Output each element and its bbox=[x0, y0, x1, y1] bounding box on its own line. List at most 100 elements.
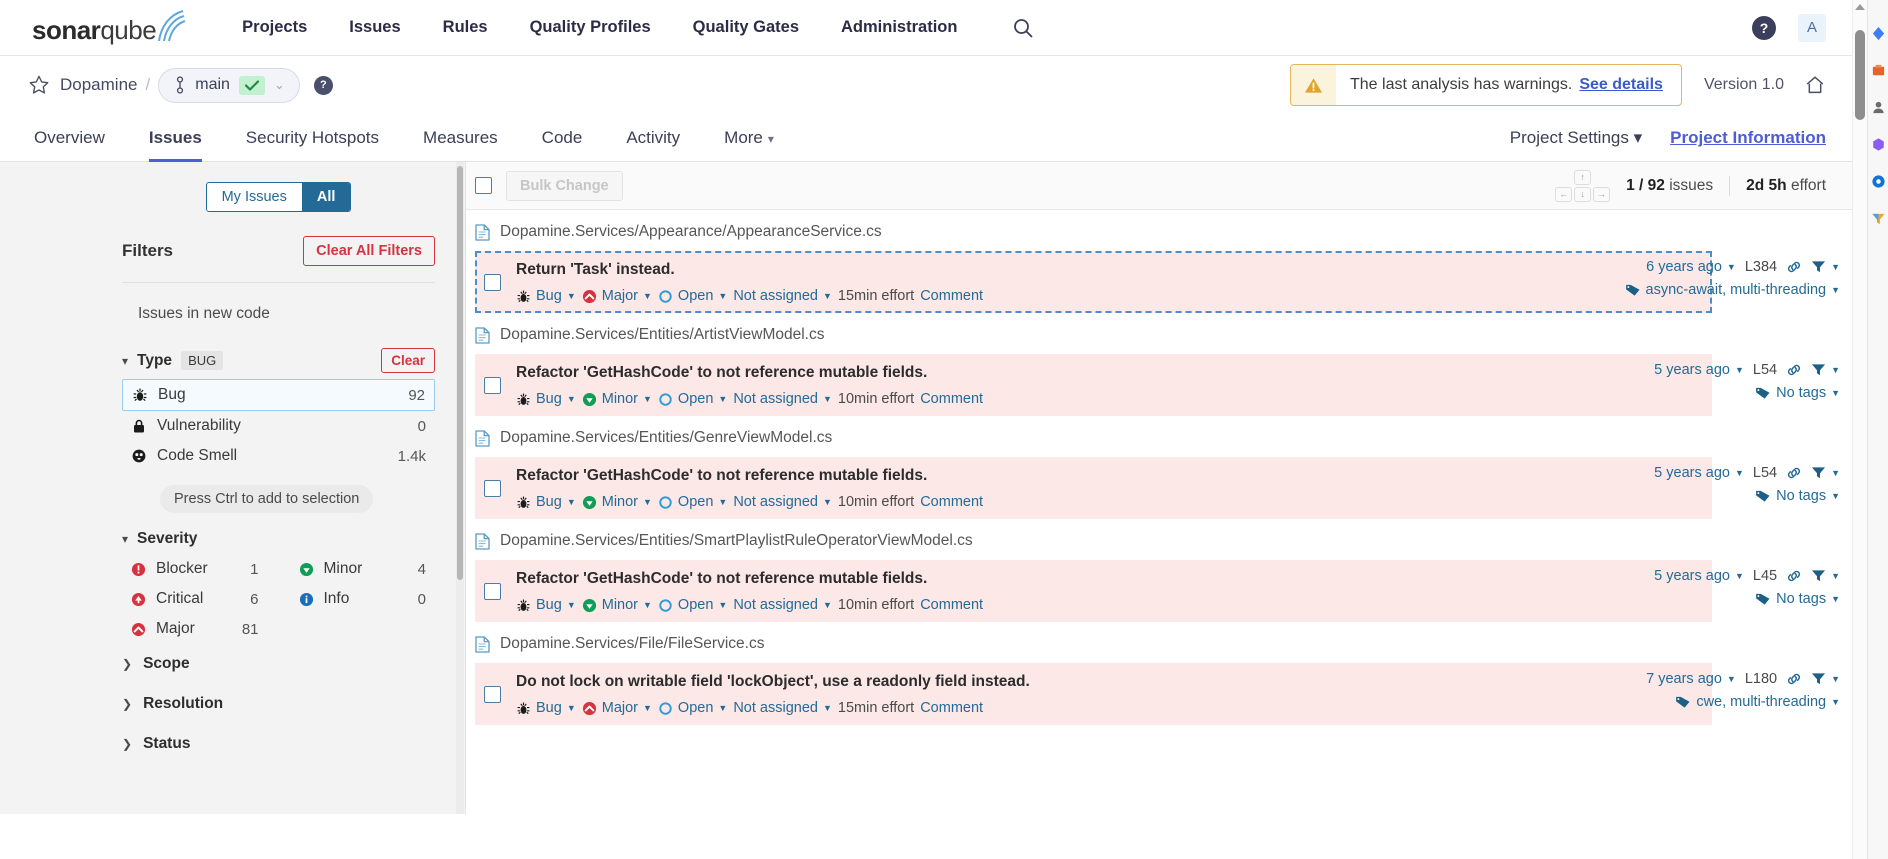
filter-icon[interactable] bbox=[1811, 569, 1826, 583]
issue-age[interactable]: 5 years ago ▼ bbox=[1654, 568, 1744, 584]
issue-title[interactable]: Return 'Task' instead. bbox=[516, 261, 1712, 279]
filter-icon[interactable] bbox=[1811, 363, 1826, 377]
tab-code[interactable]: Code bbox=[520, 128, 605, 161]
home-icon[interactable] bbox=[1804, 74, 1826, 96]
issue-assignee-selector[interactable]: Not assigned ▼ bbox=[733, 597, 832, 613]
issue-file-path[interactable]: Dopamine.Services/Entities/SmartPlaylist… bbox=[466, 519, 1852, 560]
issue-status-selector[interactable]: Open ▼ bbox=[658, 288, 727, 304]
issues-in-new-code-filter[interactable]: Issues in new code bbox=[122, 283, 435, 343]
breadcrumb-project[interactable]: Dopamine bbox=[60, 75, 138, 95]
permalink-icon[interactable] bbox=[1786, 363, 1802, 377]
facet-item-info[interactable]: Info 0 bbox=[290, 584, 436, 614]
sonarqube-logo[interactable]: sonarqube bbox=[32, 9, 187, 43]
issue-tags-selector[interactable]: async-await, multi-threading ▼ bbox=[1625, 282, 1840, 298]
extension-icon-6[interactable] bbox=[1871, 211, 1886, 226]
issue-checkbox[interactable] bbox=[484, 377, 501, 394]
facet-resolution[interactable]: ❯ Resolution bbox=[122, 684, 435, 724]
clear-all-filters-button[interactable]: Clear All Filters bbox=[303, 236, 435, 266]
chevron-down-icon[interactable]: ⌄ bbox=[274, 77, 285, 93]
facet-scope[interactable]: ❯ Scope bbox=[122, 644, 435, 684]
tab-overview[interactable]: Overview bbox=[28, 128, 127, 161]
issue-title[interactable]: Do not lock on writable field 'lockObjec… bbox=[516, 673, 1712, 691]
facet-item-vulnerability[interactable]: Vulnerability 0 bbox=[122, 411, 435, 441]
scroll-up-arrow-icon[interactable] bbox=[1855, 4, 1865, 10]
select-all-checkbox[interactable] bbox=[475, 177, 492, 194]
issue-card[interactable]: Refactor 'GetHashCode' to not reference … bbox=[475, 354, 1840, 416]
issue-age[interactable]: 7 years ago ▼ bbox=[1646, 671, 1736, 687]
chevron-down-icon[interactable]: ▾ bbox=[122, 354, 128, 368]
nav-issues[interactable]: Issues bbox=[328, 18, 421, 37]
issue-checkbox[interactable] bbox=[484, 480, 501, 497]
issue-assignee-selector[interactable]: Not assigned ▼ bbox=[733, 700, 832, 716]
issue-assignee-selector[interactable]: Not assigned ▼ bbox=[733, 288, 832, 304]
nav-administration[interactable]: Administration bbox=[820, 18, 978, 37]
permalink-icon[interactable] bbox=[1786, 672, 1802, 686]
facet-item-major[interactable]: Major 81 bbox=[122, 614, 268, 644]
issue-file-path[interactable]: Dopamine.Services/Entities/GenreViewMode… bbox=[466, 416, 1852, 457]
issue-assignee-selector[interactable]: Not assigned ▼ bbox=[733, 494, 832, 510]
issue-title[interactable]: Refactor 'GetHashCode' to not reference … bbox=[516, 364, 1712, 382]
issue-comment-action[interactable]: Comment bbox=[920, 494, 983, 510]
sidebar-scrollbar[interactable] bbox=[456, 162, 464, 814]
sidebar-scrollbar-thumb[interactable] bbox=[457, 166, 463, 580]
issue-type-selector[interactable]: Bug ▼ bbox=[516, 288, 576, 304]
facet-status[interactable]: ❯ Status bbox=[122, 724, 435, 764]
type-facet-title[interactable]: Type bbox=[137, 352, 172, 370]
see-details-link[interactable]: See details bbox=[1579, 76, 1663, 94]
tab-security-hotspots[interactable]: Security Hotspots bbox=[224, 128, 401, 161]
issue-severity-selector[interactable]: Minor ▼ bbox=[582, 494, 652, 510]
permalink-icon[interactable] bbox=[1786, 466, 1802, 480]
issue-tags-selector[interactable]: No tags ▼ bbox=[1755, 488, 1840, 504]
extension-icon-1[interactable] bbox=[1871, 26, 1886, 41]
facet-item-code-smell[interactable]: Code Smell 1.4k bbox=[122, 441, 435, 471]
issue-filter-menu[interactable]: ▼ bbox=[1811, 672, 1840, 686]
branch-selector[interactable]: main ⌄ bbox=[158, 67, 300, 103]
issue-title[interactable]: Refactor 'GetHashCode' to not reference … bbox=[516, 570, 1712, 588]
nav-quality-profiles[interactable]: Quality Profiles bbox=[509, 18, 672, 37]
issue-comment-action[interactable]: Comment bbox=[920, 391, 983, 407]
issue-assignee-selector[interactable]: Not assigned ▼ bbox=[733, 391, 832, 407]
tab-activity[interactable]: Activity bbox=[604, 128, 702, 161]
issue-checkbox[interactable] bbox=[484, 686, 501, 703]
issue-file-path[interactable]: Dopamine.Services/File/FileService.cs bbox=[466, 622, 1852, 663]
issue-type-selector[interactable]: Bug ▼ bbox=[516, 391, 576, 407]
issue-severity-selector[interactable]: Major ▼ bbox=[582, 288, 652, 304]
issue-file-path[interactable]: Dopamine.Services/Entities/ArtistViewMod… bbox=[466, 313, 1852, 354]
my-issues-button[interactable]: My Issues bbox=[206, 183, 302, 211]
all-issues-button[interactable]: All bbox=[301, 183, 351, 211]
issue-severity-selector[interactable]: Major ▼ bbox=[582, 700, 652, 716]
issue-checkbox[interactable] bbox=[484, 274, 501, 291]
permalink-icon[interactable] bbox=[1786, 569, 1802, 583]
nav-projects[interactable]: Projects bbox=[221, 18, 328, 37]
type-facet-clear-button[interactable]: Clear bbox=[381, 348, 435, 373]
facet-item-blocker[interactable]: Blocker 1 bbox=[122, 554, 268, 584]
issue-age[interactable]: 5 years ago ▼ bbox=[1654, 362, 1744, 378]
issue-severity-selector[interactable]: Minor ▼ bbox=[582, 391, 652, 407]
issue-status-selector[interactable]: Open ▼ bbox=[658, 700, 727, 716]
issue-age[interactable]: 6 years ago ▼ bbox=[1646, 259, 1736, 275]
issue-filter-menu[interactable]: ▼ bbox=[1811, 363, 1840, 377]
issue-filter-menu[interactable]: ▼ bbox=[1811, 569, 1840, 583]
project-settings-menu[interactable]: Project Settings ▾ bbox=[1510, 128, 1642, 148]
issue-title[interactable]: Refactor 'GetHashCode' to not reference … bbox=[516, 467, 1712, 485]
issue-card[interactable]: Refactor 'GetHashCode' to not reference … bbox=[475, 560, 1840, 622]
page-scrollbar-thumb[interactable] bbox=[1855, 30, 1865, 120]
severity-facet-title[interactable]: Severity bbox=[137, 530, 197, 548]
issue-tags-selector[interactable]: No tags ▼ bbox=[1755, 591, 1840, 607]
star-icon[interactable] bbox=[28, 74, 50, 96]
filter-icon[interactable] bbox=[1811, 466, 1826, 480]
issue-filter-menu[interactable]: ▼ bbox=[1811, 466, 1840, 480]
branch-help-icon[interactable]: ? bbox=[313, 75, 333, 95]
extension-icon-5[interactable] bbox=[1871, 174, 1886, 189]
extension-icon-4[interactable] bbox=[1871, 137, 1886, 152]
tab-issues[interactable]: Issues bbox=[127, 128, 224, 162]
issue-type-selector[interactable]: Bug ▼ bbox=[516, 494, 576, 510]
issue-type-selector[interactable]: Bug ▼ bbox=[516, 700, 576, 716]
issue-status-selector[interactable]: Open ▼ bbox=[658, 391, 727, 407]
issue-status-selector[interactable]: Open ▼ bbox=[658, 494, 727, 510]
issue-age[interactable]: 5 years ago ▼ bbox=[1654, 465, 1744, 481]
extension-icon-2[interactable] bbox=[1871, 63, 1886, 78]
avatar[interactable]: A bbox=[1798, 13, 1826, 42]
issue-card[interactable]: Do not lock on writable field 'lockObjec… bbox=[475, 663, 1840, 725]
page-scrollbar[interactable] bbox=[1852, 0, 1867, 859]
